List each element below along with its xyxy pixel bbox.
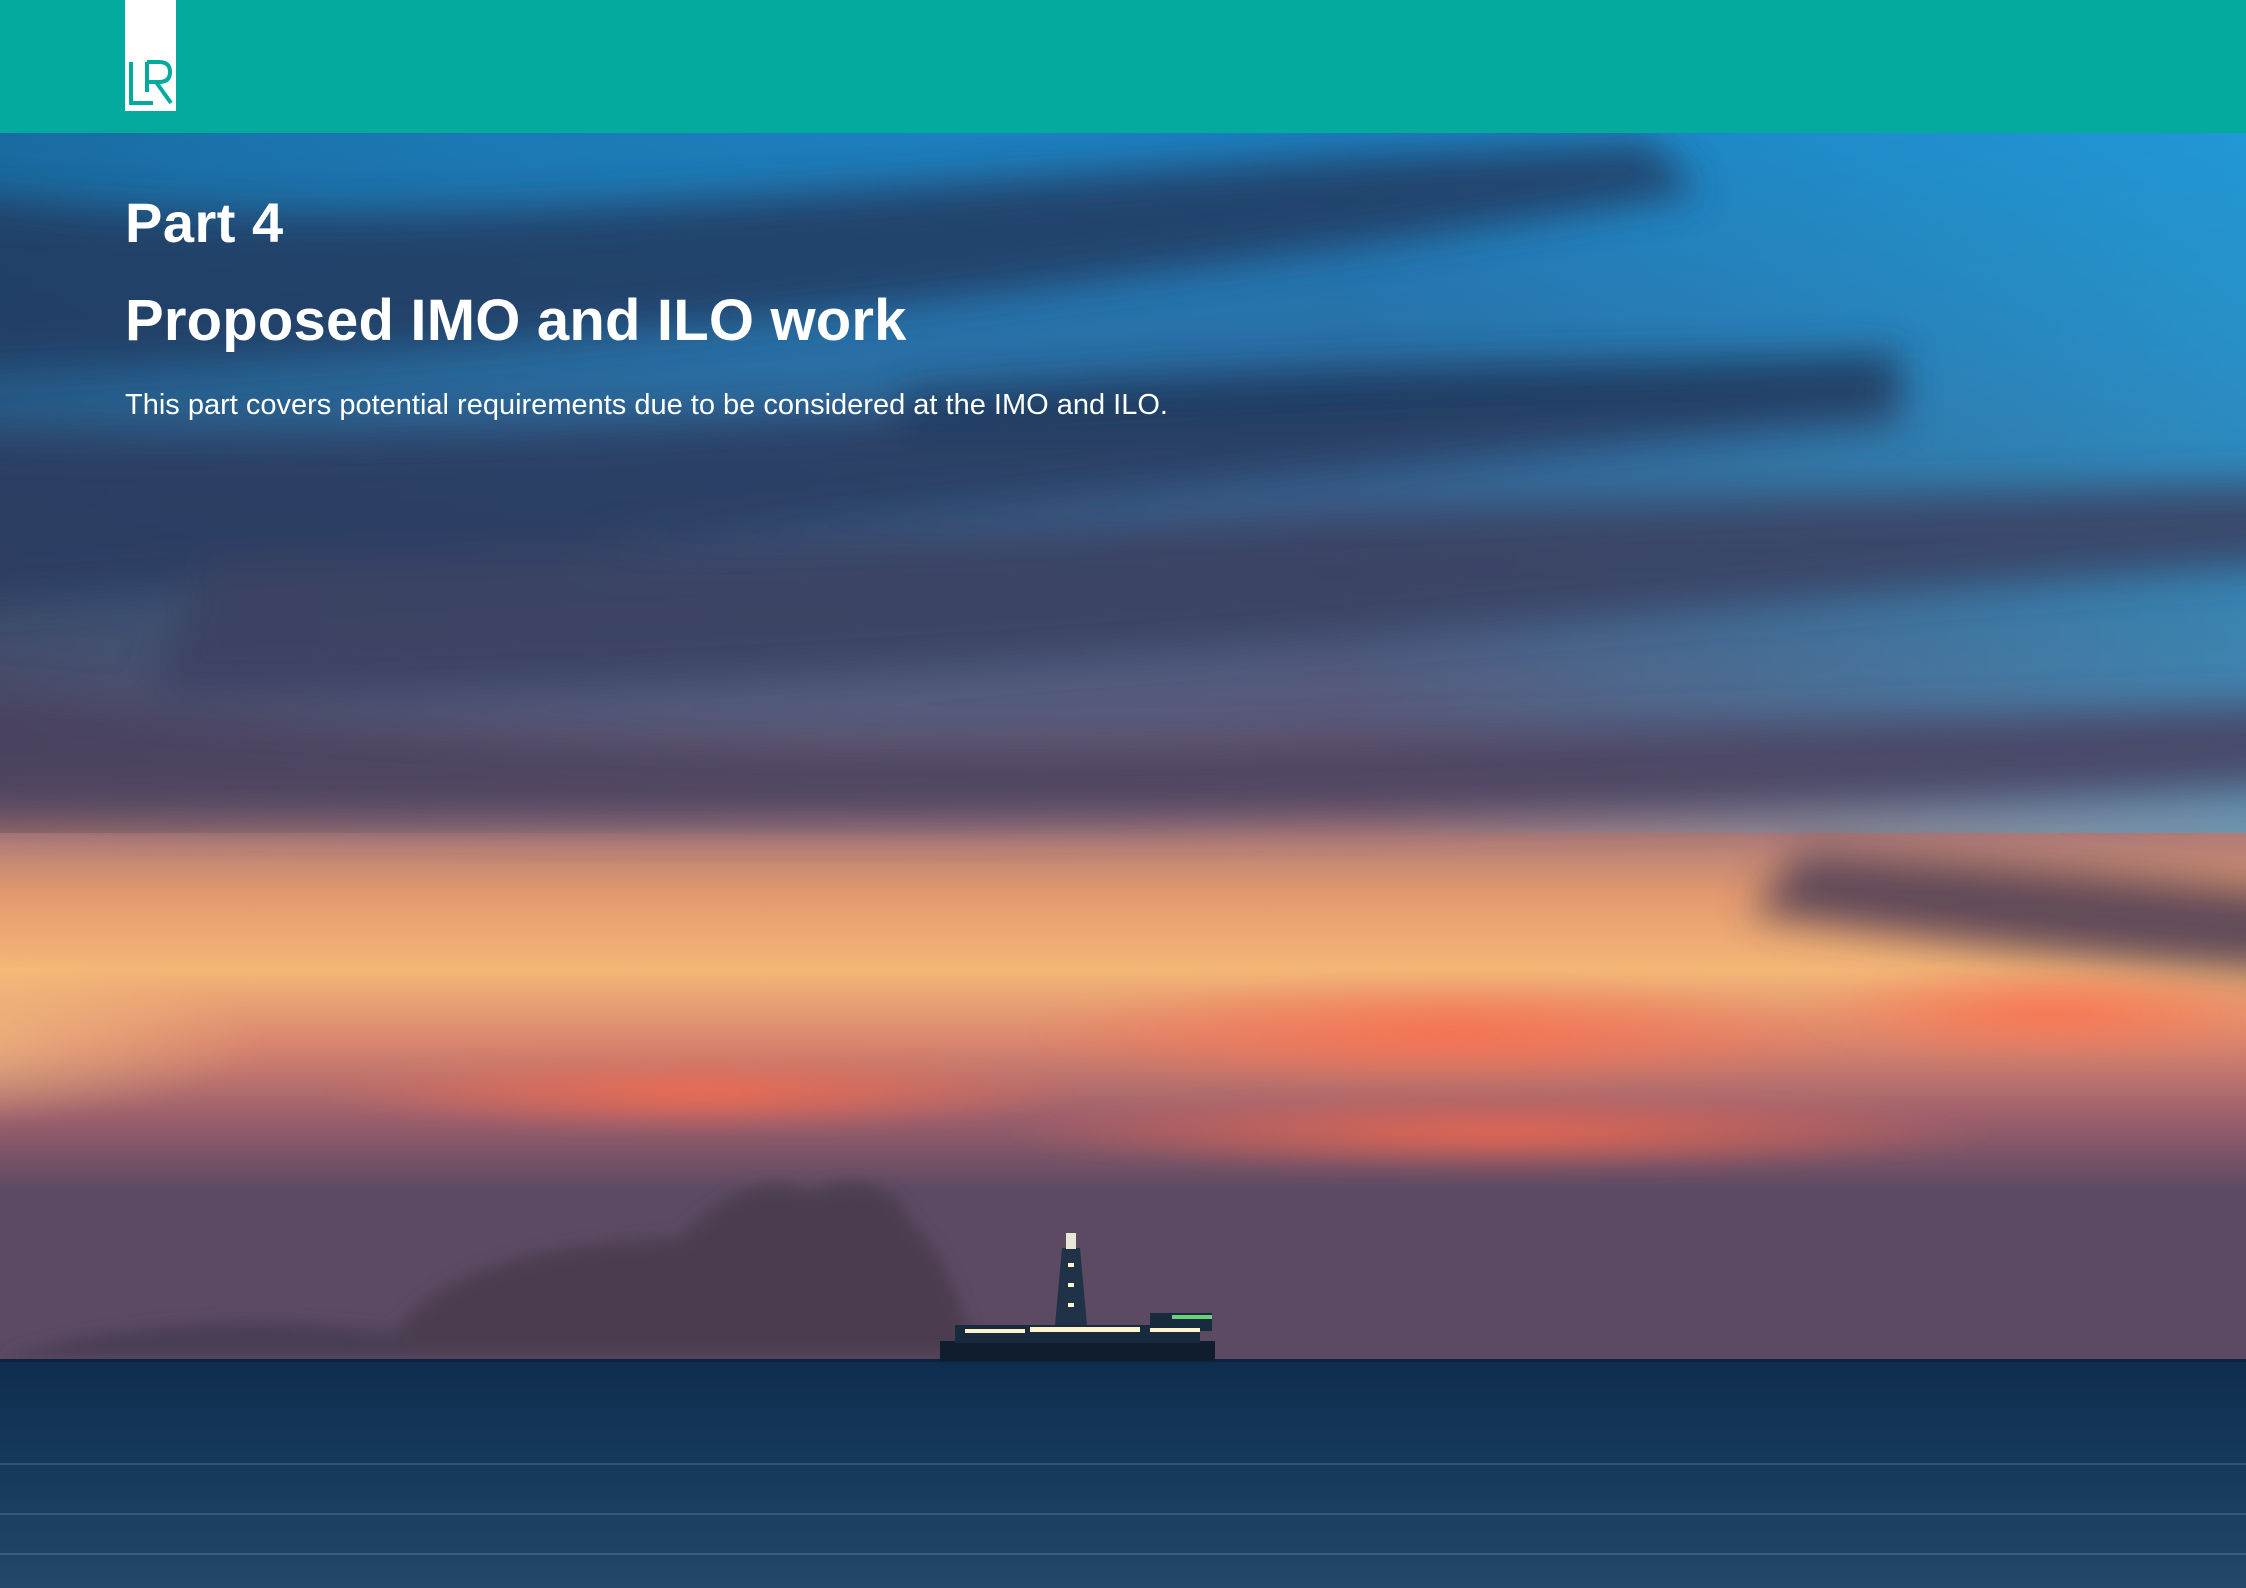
section-description: This part covers potential requirements … (125, 389, 1168, 421)
section-intro: Part 4 Proposed IMO and ILO work This pa… (125, 190, 1168, 424)
header-band-fill (0, 0, 2246, 133)
lr-logo-mark (125, 0, 176, 111)
section-title: Proposed IMO and ILO work (125, 288, 907, 353)
lr-logo (125, 0, 176, 111)
document-page: Part 4 Proposed IMO and ILO work This pa… (0, 0, 2246, 1588)
header-band (0, 0, 2246, 133)
part-label: Part 4 (125, 191, 284, 254)
